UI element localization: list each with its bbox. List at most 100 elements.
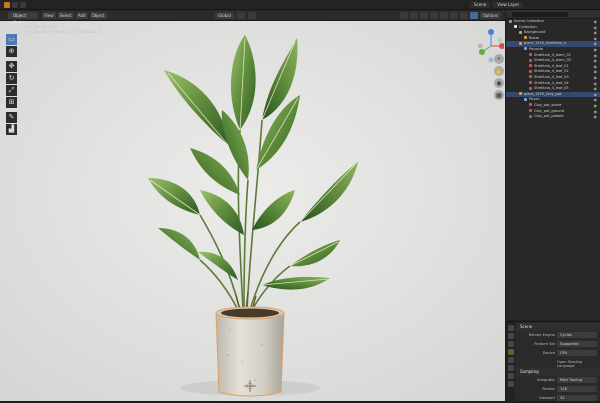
outliner-item-icon xyxy=(519,30,522,34)
outliner-item-label: Collection xyxy=(519,24,537,29)
device-label: Device xyxy=(542,351,555,355)
scene-field[interactable]: Scene xyxy=(470,2,491,8)
outliner-item-icon xyxy=(514,25,517,29)
render-engine-dropdown[interactable]: Cycles xyxy=(557,332,597,338)
play-icon[interactable] xyxy=(20,2,26,8)
modifier-tab-icon[interactable] xyxy=(507,373,514,379)
properties-content: Scene Render Engine Cycles Feature Set S… xyxy=(516,322,600,402)
outliner-item-label: plant_1370_Strelitzia_4 xyxy=(524,41,566,46)
select-box-icon[interactable]: ▭ xyxy=(6,34,17,45)
options-dropdown[interactable]: Options xyxy=(479,12,501,19)
top-bar-left xyxy=(4,2,26,8)
outliner-search-input[interactable] xyxy=(512,12,568,17)
outliner-item-label: Clay_pot_pebble xyxy=(534,114,564,119)
cursor-icon[interactable]: ⊕ xyxy=(6,46,17,57)
viewport-samples-label: Viewport xyxy=(539,396,555,400)
feature-set-dropdown[interactable]: Supported xyxy=(557,341,597,347)
outliner-item-icon xyxy=(524,97,527,101)
object-tab-icon[interactable] xyxy=(507,365,514,371)
menu-view[interactable]: View xyxy=(42,12,56,19)
wireframe-shading-icon[interactable] xyxy=(439,12,448,19)
integrator-row: Integrator Path Tracing xyxy=(516,376,600,385)
top-bar: Scene View Layer xyxy=(0,0,600,10)
properties-title: Scene xyxy=(516,323,600,331)
render-engine-label: Render Engine xyxy=(528,333,555,337)
properties-tabs xyxy=(506,322,515,402)
transform-controls: Global xyxy=(215,12,256,19)
integrator-dropdown[interactable]: Path Tracing xyxy=(557,377,597,383)
material-shading-icon[interactable] xyxy=(459,12,468,19)
camera-view-icon[interactable]: ◉ xyxy=(494,78,504,88)
outliner-item-label: Strelitzia_4_leaf_05 xyxy=(534,86,569,91)
viewport-samples-row: Viewport 32 xyxy=(516,394,600,403)
right-sidebar: Scene Collection ◉ Collection ◉ Background ◉ R… xyxy=(506,10,600,402)
outliner-item-label: Strelitzia_4_leaf_03 xyxy=(534,74,569,79)
tool-tab-icon[interactable] xyxy=(507,325,514,331)
outliner-item-icon xyxy=(529,109,532,112)
transform-icon[interactable]: ⊞ xyxy=(6,97,17,108)
perspective-toggle-icon[interactable]: ▦ xyxy=(494,90,504,100)
outliner-item-icon xyxy=(519,92,522,96)
render-engine-row: Render Engine Cycles xyxy=(516,331,600,340)
material-tab-icon[interactable] xyxy=(507,381,514,387)
view-layer-field[interactable]: View Layer xyxy=(493,2,524,8)
rotate-icon[interactable]: ↻ xyxy=(6,73,17,84)
object-mode-dropdown[interactable]: Object Mode xyxy=(8,12,38,25)
rendered-shading-icon[interactable] xyxy=(469,12,478,19)
xray-icon[interactable] xyxy=(429,12,438,19)
gizmo-toggle-icon[interactable] xyxy=(409,12,418,19)
viewport-samples-field[interactable]: 32 xyxy=(557,395,597,401)
menu-icon[interactable] xyxy=(12,2,18,8)
outliner-item-label: Strelitzia_4_stem_01 xyxy=(534,52,572,57)
zoom-icon[interactable]: ⌕ xyxy=(494,54,504,64)
outliner-item-icon xyxy=(529,81,532,85)
outliner-item-label: Background xyxy=(524,30,546,35)
overlay-icon[interactable] xyxy=(419,12,428,19)
outliner-item-label: Strelitzia_4_stem_02 xyxy=(534,58,572,63)
snap-icon[interactable] xyxy=(236,12,245,19)
menu-object[interactable]: Object xyxy=(89,12,107,19)
visibility-icon[interactable] xyxy=(399,12,408,19)
pan-hand-icon[interactable]: ✋ xyxy=(494,66,504,76)
3d-viewport[interactable]: Object Mode View Select Add Object Globa… xyxy=(0,10,505,401)
scale-icon[interactable]: ⤢ xyxy=(6,85,17,96)
world-tab-icon[interactable] xyxy=(507,357,514,363)
outliner-item-icon xyxy=(529,114,532,118)
properties-editor: Scene Render Engine Cycles Feature Set S… xyxy=(506,321,600,402)
outliner-item-label: Strelitzia_4_leaf_01 xyxy=(534,63,569,68)
menu-add[interactable]: Add xyxy=(75,12,88,19)
outliner: Scene Collection ◉ Collection ◉ Background ◉ R… xyxy=(506,10,600,320)
outliner-item-label: Clay_pot_stone xyxy=(534,102,562,107)
osl-checkbox[interactable]: Open Shading Language xyxy=(557,360,600,368)
render-samples-field[interactable]: 128 xyxy=(557,386,597,392)
visibility-eye-icon[interactable]: ◉ xyxy=(594,114,598,120)
outliner-item-icon xyxy=(529,69,532,73)
outliner-item-icon xyxy=(524,47,527,51)
outliner-item-icon xyxy=(529,86,532,90)
outliner-list: Scene Collection ◉ Collection ◉ Background ◉ R… xyxy=(506,19,600,120)
outliner-row[interactable]: Clay_pot_pebble ◉ xyxy=(506,114,600,120)
outliner-item-label: Pavon xyxy=(529,97,540,102)
outliner-item-label: Pavonia xyxy=(529,46,544,51)
outliner-item-icon xyxy=(529,75,532,79)
outliner-item-label: Scene Collection xyxy=(514,19,544,23)
solid-shading-icon[interactable] xyxy=(449,12,458,19)
feature-set-row: Feature Set Supported xyxy=(516,340,600,349)
outliner-item-icon xyxy=(519,41,522,45)
scene-tab-icon[interactable] xyxy=(507,349,514,355)
annotate-icon[interactable]: ✎ xyxy=(6,112,17,123)
output-tab-icon[interactable] xyxy=(507,341,514,347)
editor-type-icon[interactable] xyxy=(4,2,10,8)
menu-select[interactable]: Select xyxy=(57,12,74,19)
outliner-item-label: Room xyxy=(529,35,540,40)
proportional-icon[interactable] xyxy=(247,12,256,19)
sampling-section-header[interactable]: Sampling xyxy=(516,368,600,376)
device-dropdown[interactable]: CPU xyxy=(557,350,597,356)
pivot-dropdown[interactable]: Global xyxy=(215,12,234,19)
scene-selector: Scene View Layer xyxy=(470,2,524,8)
measure-icon[interactable]: ▟ xyxy=(6,124,17,135)
tool-shelf: ▭ ⊕ ✥ ↻ ⤢ ⊞ ✎ ▟ xyxy=(6,34,17,135)
active-object-text: (1) Collection | plant_1370_Strelitzia_4 xyxy=(24,29,102,34)
render-tab-icon[interactable] xyxy=(507,333,514,339)
move-icon[interactable]: ✥ xyxy=(6,61,17,72)
